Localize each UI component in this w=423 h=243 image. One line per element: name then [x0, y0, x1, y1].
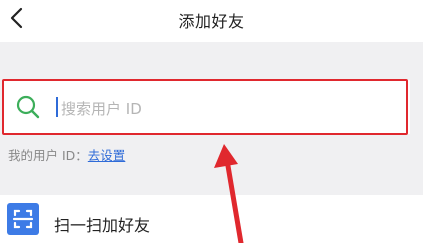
- scan-to-add-friend-row[interactable]: 扫一扫加好友: [0, 195, 423, 243]
- scan-icon: [7, 203, 39, 235]
- my-user-id-label: 我的用户 ID：: [8, 148, 88, 163]
- top-nav-bar: 添加好友: [0, 0, 423, 42]
- my-user-id-row: 我的用户 ID：去设置: [8, 145, 125, 164]
- scan-label: 扫一扫加好友: [54, 216, 151, 235]
- page-title: 添加好友: [178, 12, 245, 31]
- highlight-box: [2, 79, 408, 135]
- set-user-id-link[interactable]: 去设置: [88, 148, 126, 163]
